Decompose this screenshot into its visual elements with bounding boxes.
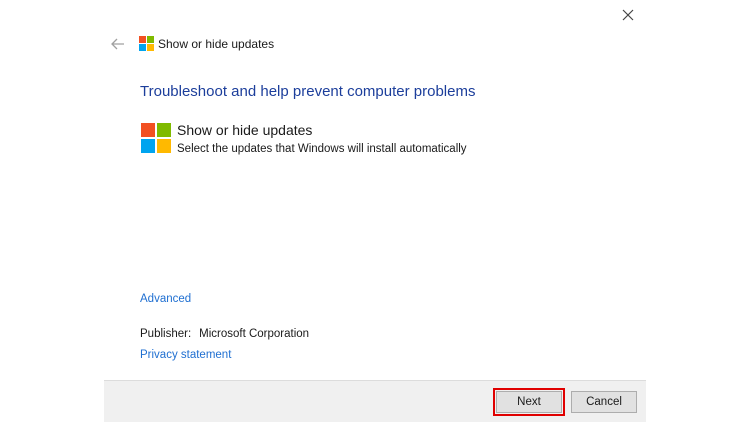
cancel-button[interactable]: Cancel [571,391,637,413]
privacy-statement-link[interactable]: Privacy statement [140,349,231,361]
troubleshooter-title: Show or hide updates [177,122,313,138]
close-icon [622,9,634,21]
next-button[interactable]: Next [493,388,565,416]
windows-logo-icon [141,123,171,153]
advanced-link[interactable]: Advanced [140,293,191,305]
publisher-line: Publisher: Microsoft Corporation [140,328,309,340]
title-bar: Show or hide updates [104,30,504,58]
page-heading: Troubleshoot and help prevent computer p… [140,83,476,100]
close-button[interactable] [617,4,639,26]
troubleshooter-description: Select the updates that Windows will ins… [177,143,467,155]
publisher-value: Microsoft Corporation [199,328,310,340]
publisher-label: Publisher: [140,328,192,340]
back-button[interactable] [110,36,126,52]
dialog-title: Show or hide updates [158,37,275,51]
back-arrow-icon [111,38,124,50]
troubleshooter-dialog: Show or hide updates Troubleshoot and he… [104,0,646,422]
screenshot-stage: Show or hide updates Troubleshoot and he… [0,0,750,422]
dialog-footer: Next Cancel [104,380,646,422]
windows-logo-icon [139,36,154,51]
